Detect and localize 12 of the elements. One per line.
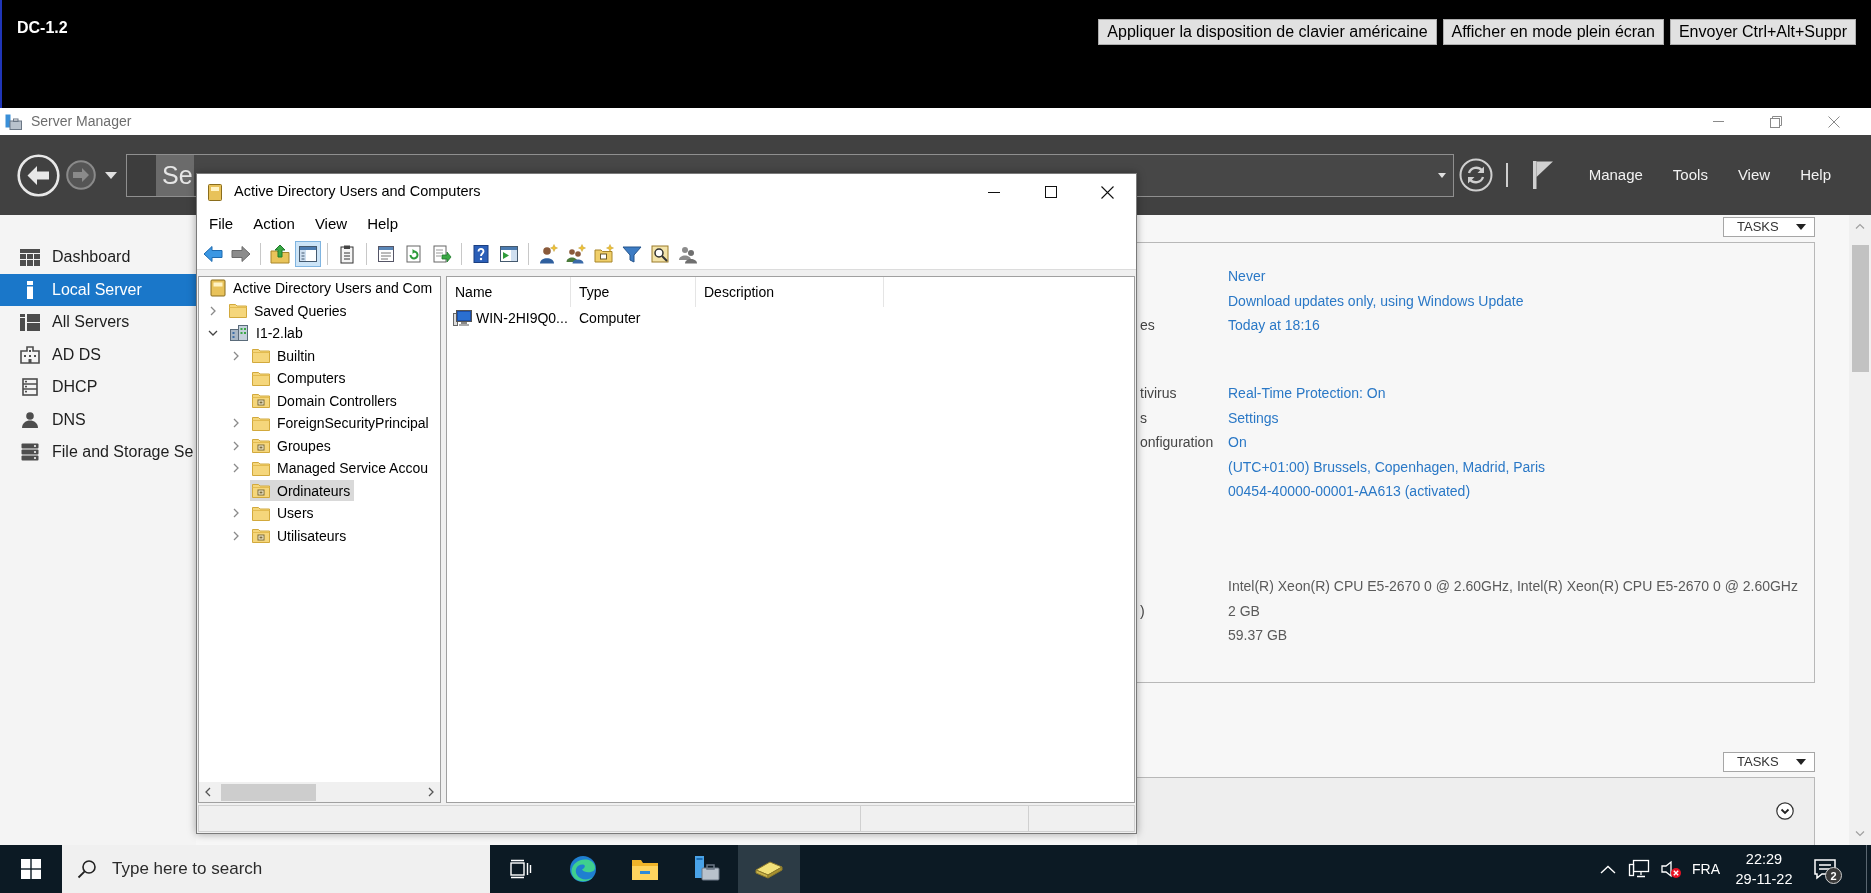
window-title: Active Directory Users and Computers: [234, 182, 481, 202]
property-label: s: [1140, 408, 1147, 427]
property-label: ): [1140, 601, 1145, 620]
window-title: Server Manager: [31, 112, 132, 131]
property-label: es: [1140, 316, 1155, 335]
property-value: 59.37 GB: [1228, 626, 1288, 645]
property-value: 2 GB: [1228, 601, 1260, 620]
property-label: onfiguration: [1140, 433, 1214, 452]
property-label: tivirus: [1140, 384, 1177, 403]
property-value: Intel(R) Xeon(R) CPU E5-2670 0 @ 2.60GHz, Intel(R) Xeon(R) CPU E5-2670 0 @ 2.60GHz: [1228, 577, 1798, 596]
session-title: DC-1.2: [17, 18, 68, 38]
notification-badge: 2: [1825, 867, 1842, 884]
